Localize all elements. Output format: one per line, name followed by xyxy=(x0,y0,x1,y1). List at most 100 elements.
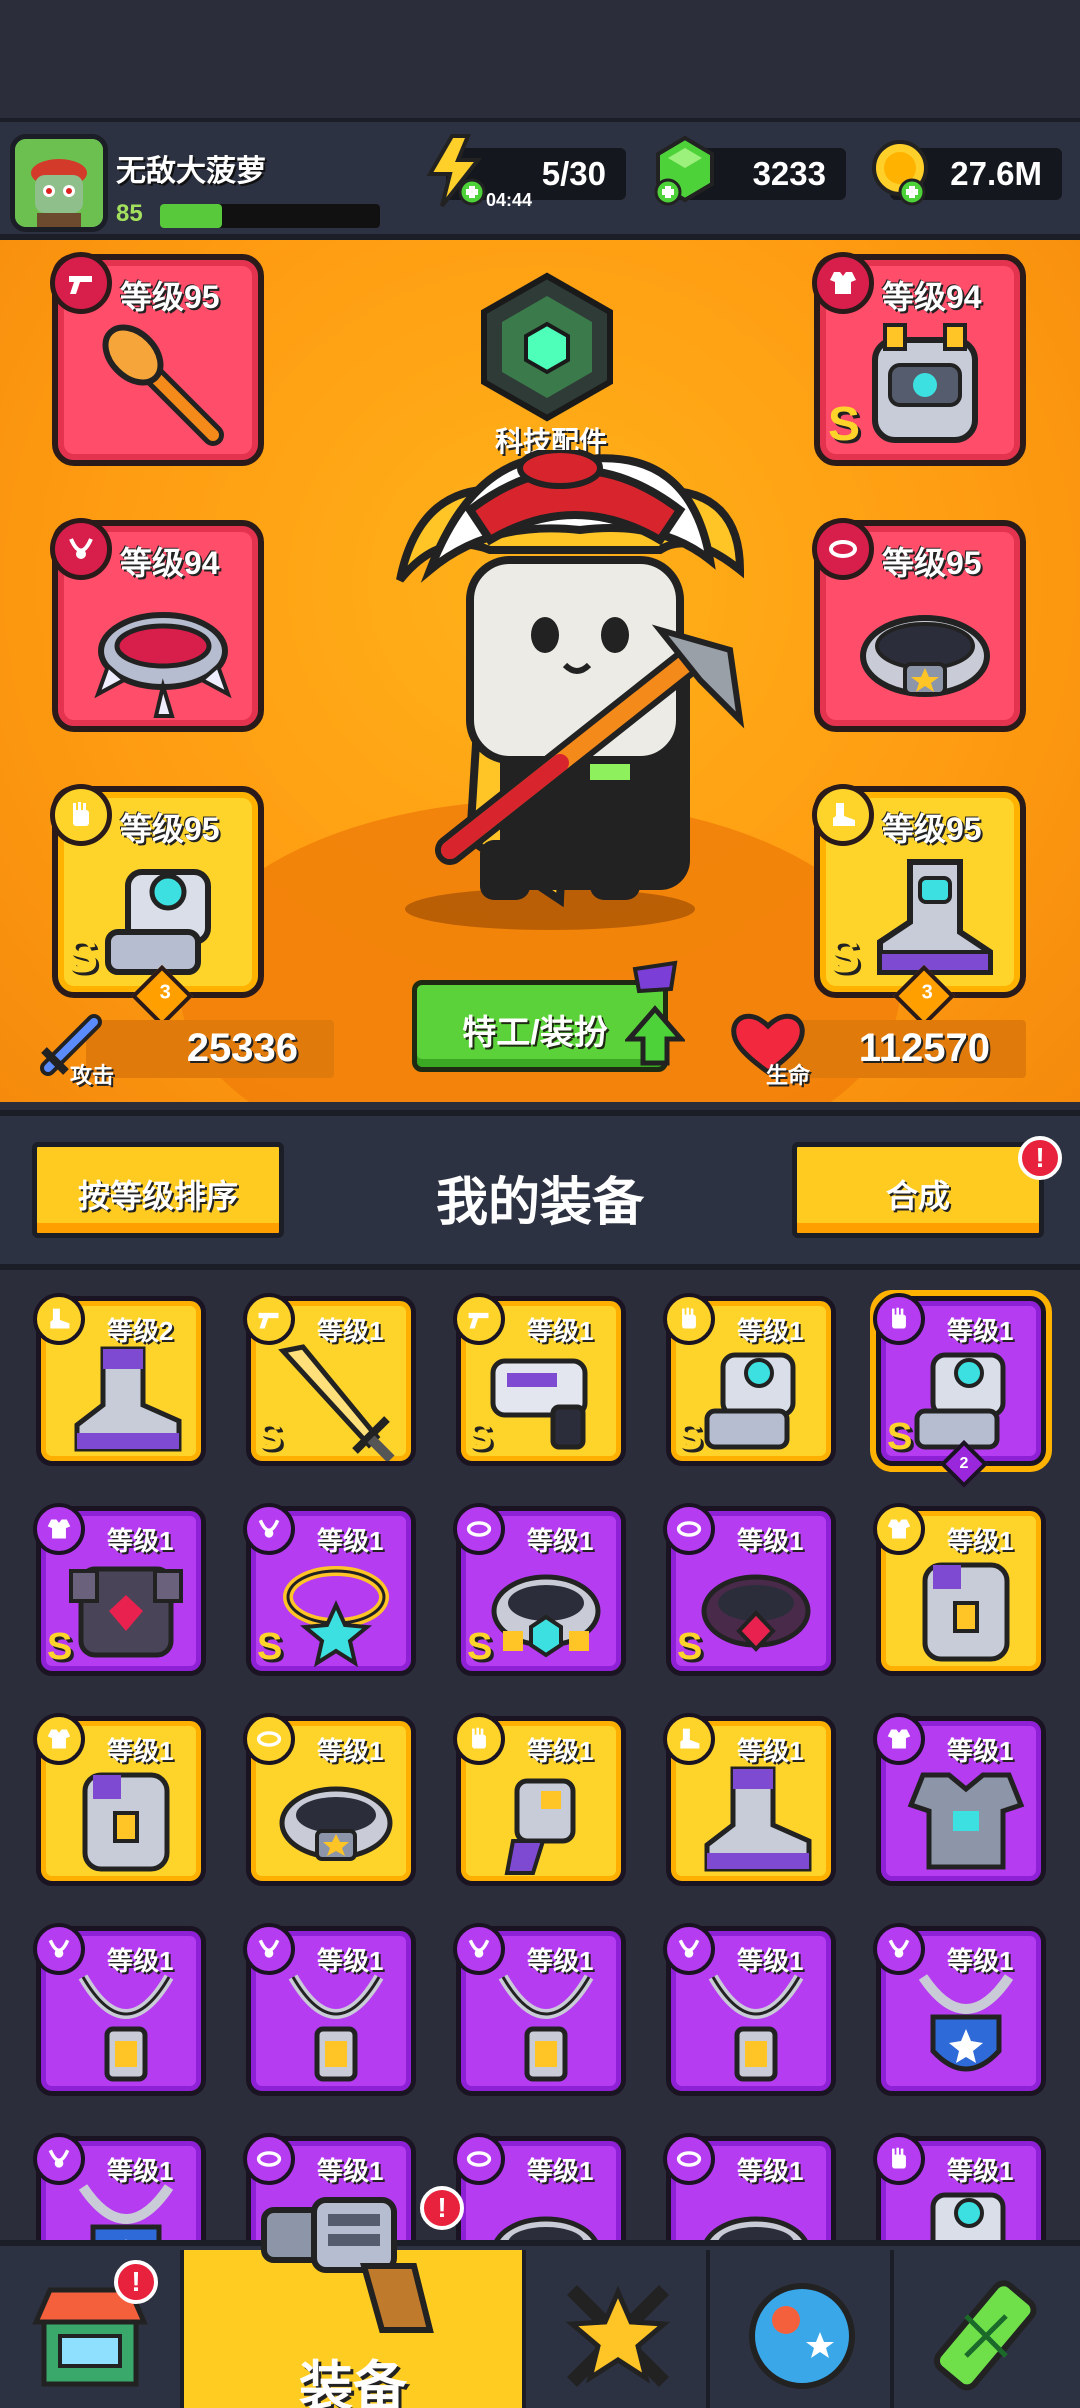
green-gem-icon xyxy=(654,135,714,206)
plate-armor-icon xyxy=(907,1772,1025,1870)
merge-button[interactable]: 合成 xyxy=(792,1142,1044,1238)
armor-icon xyxy=(33,1503,85,1555)
s-rank-mark: S xyxy=(467,1416,493,1458)
equipment-item[interactable]: 等级1 S xyxy=(663,1503,836,1676)
equipment-item[interactable]: 等级1 xyxy=(663,2133,836,2240)
shield-pendant-icon xyxy=(918,1974,1014,2072)
equipment-item[interactable]: 等级1 xyxy=(663,1923,836,2096)
zombie-avatar-icon xyxy=(15,139,103,227)
equipment-header: 按等级排序 我的装备 合成 ! xyxy=(0,1110,1080,1270)
energy-value: 5/30 xyxy=(541,155,606,192)
equipment-item[interactable]: 等级1 S 2 xyxy=(870,1290,1052,1489)
vest-icon xyxy=(82,1772,170,1872)
equipment-item[interactable]: 等级2 xyxy=(33,1293,206,1466)
equipment-item[interactable]: 等级1 xyxy=(873,1923,1046,2096)
glove-icon xyxy=(50,784,112,846)
equipment-item[interactable]: 等级1 S xyxy=(663,1293,836,1466)
player-level: 85 xyxy=(116,200,143,227)
equipment-item[interactable]: 等级1 S xyxy=(243,1293,416,1466)
equipment-item[interactable]: 等级1 S xyxy=(243,1503,416,1676)
dark-armor-icon xyxy=(69,1566,183,1658)
tab-shop[interactable]: ! xyxy=(0,2250,184,2408)
necklace-icon xyxy=(873,1923,925,1975)
equipment-item[interactable]: 等级1 xyxy=(663,1713,836,1886)
s-rank-mark: S xyxy=(467,1626,493,1668)
attack-label: 攻击 xyxy=(70,1063,115,1088)
tab-world[interactable] xyxy=(710,2250,894,2408)
gold-counter[interactable]: 27.6M xyxy=(872,140,1062,206)
agent-outfit-label: 特工/装扮 xyxy=(462,1014,608,1052)
gold-coin-icon xyxy=(872,140,928,206)
belt-icon xyxy=(812,518,874,580)
claw-glove-icon xyxy=(504,1778,576,1875)
s-rank-mark: S xyxy=(828,930,861,983)
tab-heroes[interactable] xyxy=(526,2250,710,2408)
equipment-alert-badge: ! xyxy=(420,2186,464,2230)
equipment-item[interactable]: 等级1 S xyxy=(453,1503,626,1676)
equipment-grid: 等级2 等级1 S 等级1 S 等级1 S 等级1 S 2 等级1 S 等级1 S 等级1 S 等级1 S 等级1 等… xyxy=(0,1270,1080,2240)
gem-counter[interactable]: 3233 xyxy=(654,135,846,206)
tech-part-hexagon-icon[interactable] xyxy=(472,272,622,422)
glove-icon xyxy=(453,1713,505,1765)
planet-icon xyxy=(749,2283,855,2389)
sort-by-level-button[interactable]: 按等级排序 xyxy=(32,1142,284,1238)
glove-icon xyxy=(873,2133,925,2185)
equip-slot-necklace[interactable]: 等级94 xyxy=(50,518,264,732)
necklace-icon xyxy=(243,1923,295,1975)
s-rank-mark: S xyxy=(66,930,99,983)
equipment-item[interactable]: 等级1 xyxy=(33,1713,206,1886)
equip-slot-boots[interactable]: 等级95 S 3 xyxy=(812,784,1026,1028)
glove-icon xyxy=(663,1293,715,1345)
star-belt-icon xyxy=(860,615,990,697)
boot-icon xyxy=(812,784,874,846)
equipment-item[interactable]: 等级1 xyxy=(33,1923,206,2096)
tab-lab[interactable] xyxy=(894,2250,1080,2408)
belt-icon xyxy=(663,1503,715,1555)
armor-icon xyxy=(812,252,874,314)
spiked-collar-icon xyxy=(94,612,232,718)
equipment-item[interactable]: 等级1 xyxy=(453,1923,626,2096)
equipment-item[interactable]: 等级1 xyxy=(243,1923,416,2096)
equipment-item[interactable]: 等级1 xyxy=(873,2133,1046,2240)
agent-outfit-button[interactable]: 特工/装扮 xyxy=(412,960,685,1072)
equip-slot-weapon[interactable]: 等级95 xyxy=(50,252,264,466)
player-avatar[interactable] xyxy=(10,134,108,232)
ruby-belt-icon xyxy=(701,1574,811,1652)
necklace-icon xyxy=(33,2133,85,2185)
s-rank-mark: S xyxy=(677,1626,703,1668)
attack-stat: 25336 xyxy=(86,1020,334,1078)
shield-pendant-icon xyxy=(78,2184,174,2240)
equipment-item[interactable]: 等级1 xyxy=(453,2133,626,2240)
equipment-item[interactable]: 等级1 S xyxy=(33,1503,206,1676)
sword-icon xyxy=(278,1344,395,1461)
xp-bar-fill xyxy=(160,204,222,228)
vest-icon xyxy=(922,1562,1010,1662)
weapon-icon xyxy=(243,1293,295,1345)
hp-value: 112570 xyxy=(858,1026,990,1070)
energy-counter[interactable]: 5/30 xyxy=(426,134,626,208)
equip-slot-armor[interactable]: 等级94 S xyxy=(812,252,1026,466)
belt-icon xyxy=(453,2133,505,2185)
belt-icon xyxy=(663,2133,715,2185)
weapon-icon xyxy=(50,252,112,314)
chain-pendant-icon xyxy=(288,1974,384,2082)
equipment-item[interactable]: 等级1 xyxy=(33,2133,206,2240)
equipment-item[interactable]: 等级1 xyxy=(243,1713,416,1886)
boot-icon xyxy=(33,1293,85,1345)
player-name: 无敌大菠萝 xyxy=(116,155,266,188)
blaster-icon xyxy=(490,1358,588,1450)
equipment-title: 我的装备 xyxy=(435,1174,644,1232)
equipment-item[interactable]: 等级1 xyxy=(873,1503,1046,1676)
equipment-item[interactable]: 等级1 xyxy=(453,1713,626,1886)
equip-slot-glove[interactable]: 等级95 S 3 xyxy=(50,784,264,1028)
hero-loadout-panel: 科技配件 等级95 等级94 等级95 S 3 等级94 S 等级95 等级95… xyxy=(0,240,1080,1102)
equipment-item[interactable]: 等级1 xyxy=(873,1713,1046,1886)
s-rank-mark: S xyxy=(257,1416,283,1458)
tab-equipment[interactable]: ! 装备 xyxy=(184,2186,526,2408)
equip-slot-belt[interactable]: 等级95 xyxy=(812,518,1026,732)
upgrade-arrow-icon xyxy=(625,960,685,1066)
energy-bolt-icon xyxy=(426,134,486,208)
armor-icon xyxy=(873,1503,925,1555)
s-rank-mark: S xyxy=(677,1416,703,1458)
equipment-item[interactable]: 等级1 S xyxy=(453,1293,626,1466)
